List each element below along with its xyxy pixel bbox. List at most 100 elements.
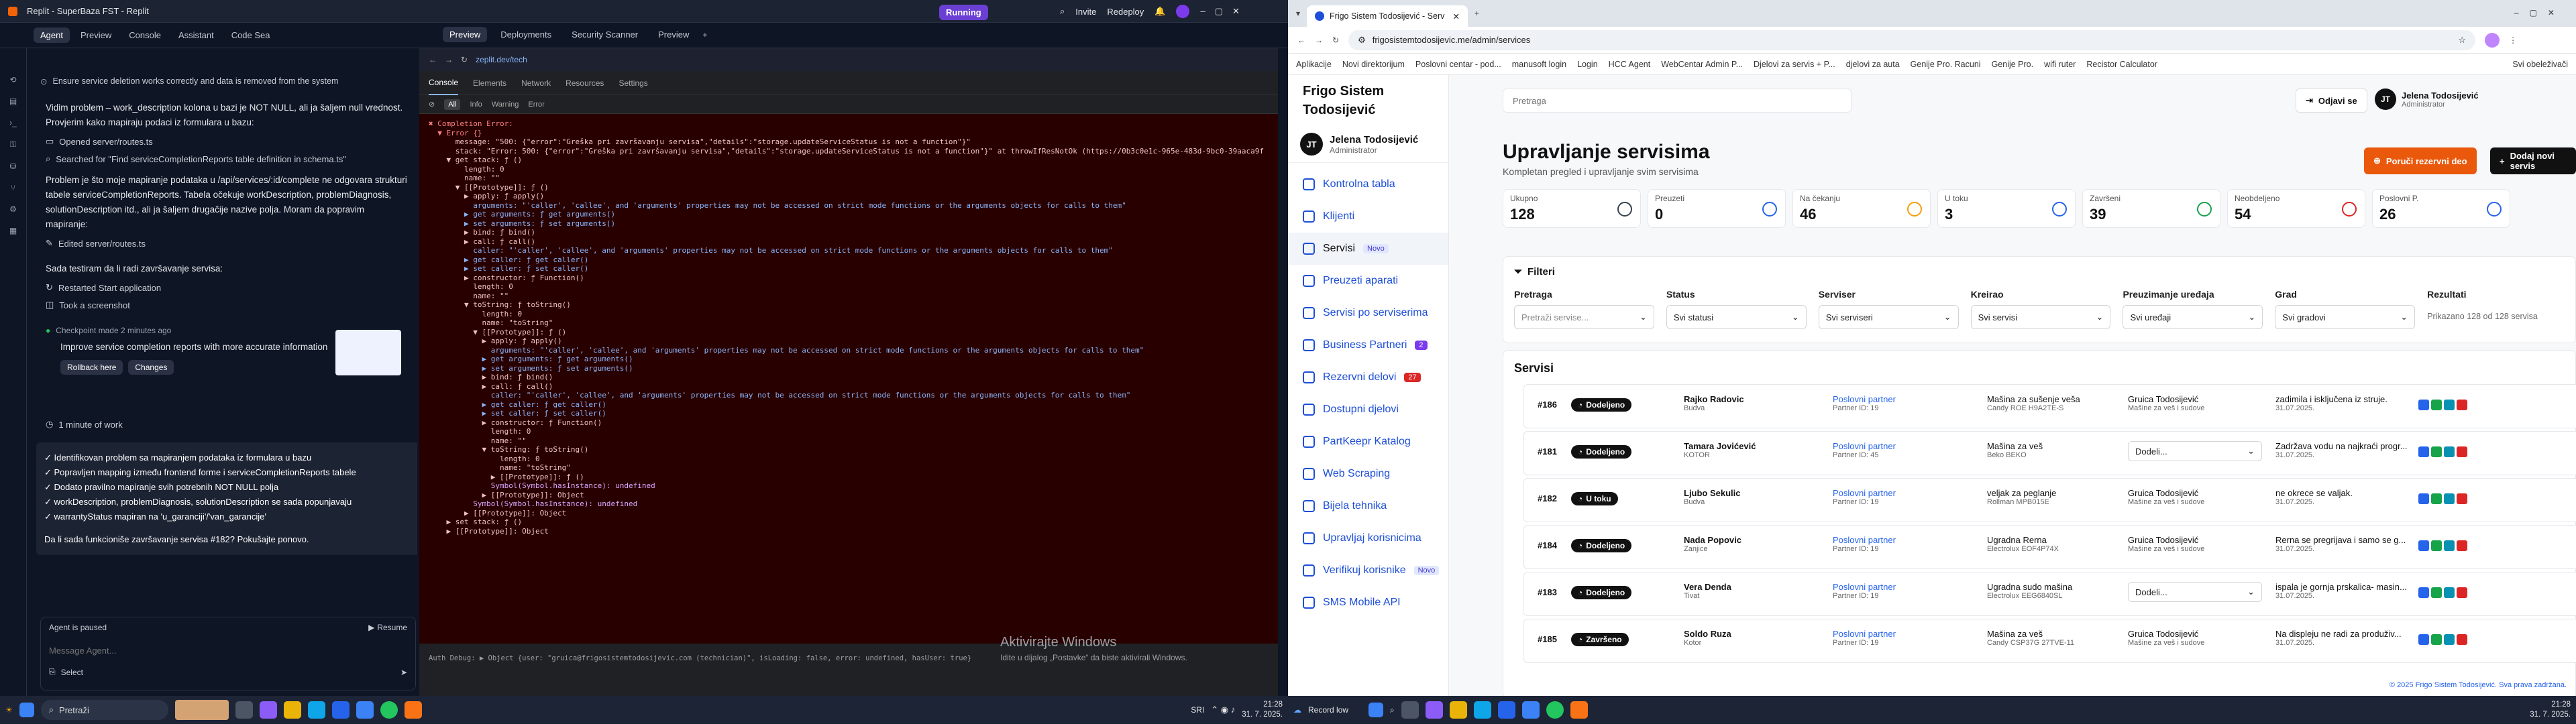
console-line[interactable]: ▶ get arguments: ƒ get arguments() (429, 210, 1278, 219)
table-row[interactable]: #183 ◔ Dodeljeno Vera Denda Tivat Poslovni pa… (1523, 572, 2576, 616)
assign-icon[interactable] (2444, 446, 2455, 457)
resume-button[interactable]: ▶ Resume (368, 623, 407, 632)
store-icon[interactable] (1521, 701, 1540, 719)
bookmark-hcc[interactable]: HCC Agent (1609, 60, 1651, 69)
invite-button[interactable]: Invite (1075, 7, 1096, 17)
secrets-icon[interactable]: ⚿ (10, 139, 16, 149)
close-tab-icon[interactable]: ✕ (1453, 11, 1460, 21)
attach-icon[interactable]: ⎘ (49, 667, 56, 677)
stat-card[interactable]: Završeni 39 (2082, 189, 2220, 228)
clear-console-icon[interactable]: ⊘ (429, 100, 435, 109)
console-line[interactable]: ▼ toString: ƒ toString() (429, 300, 1278, 310)
stat-card[interactable]: Ukupno 128 (1503, 189, 1641, 228)
bookmark-djelovi-auta[interactable]: djelovi za auta (1846, 60, 1900, 69)
chrome-icon[interactable] (380, 701, 398, 719)
stat-card[interactable]: Na čekanju 46 (1792, 189, 1931, 228)
landscape-thumb[interactable] (174, 700, 229, 720)
chrome-icon[interactable] (1546, 701, 1564, 719)
pane-tab-preview[interactable]: Preview (443, 27, 488, 42)
table-row[interactable]: #185 ◔ Završeno Soldo Ruza Kotor Poslovni par… (1523, 619, 2576, 663)
sidebar-item-7[interactable]: Dostupni djelovi (1288, 394, 1448, 426)
assign-icon[interactable] (2444, 400, 2455, 410)
tool-searched[interactable]: ⌕ Searched for "Find serviceCompletionRep… (46, 150, 408, 168)
console-line[interactable]: ▶ constructor: ƒ Function() (429, 418, 1278, 428)
settings-icon[interactable]: ⚙ (9, 204, 17, 214)
console-line[interactable]: ▶ get caller: ƒ get caller() (429, 255, 1278, 265)
console-line[interactable]: ▶ [[Prototype]]: Object (429, 527, 1278, 536)
database-icon[interactable]: ⛁ (9, 162, 16, 171)
view-icon[interactable] (2418, 400, 2429, 410)
edit-icon[interactable] (2431, 587, 2442, 598)
running-indicator[interactable]: Running (939, 5, 988, 20)
devtools-tab-console[interactable]: Console (429, 71, 459, 95)
clock[interactable]: 21:28 31. 7. 2025. (2530, 700, 2571, 720)
add-service-button[interactable]: + Dodaj novi servis (2490, 147, 2576, 174)
weather-icon[interactable]: ☁ (1293, 705, 1301, 715)
header-user[interactable]: JT Jelena Todosijević Administrator (2375, 88, 2479, 110)
console-line[interactable]: ▶ bind: ƒ bind() (429, 228, 1278, 237)
view-icon[interactable] (2418, 587, 2429, 598)
console-line[interactable]: ▼ toString: ƒ toString() (429, 445, 1278, 455)
search-icon[interactable]: ⌕ (1060, 6, 1065, 17)
edit-icon[interactable] (2431, 634, 2442, 645)
profile-icon[interactable] (2485, 32, 2500, 48)
address-bar[interactable]: ⚙ frigosistemtodosijevic.me/admin/servic… (1348, 29, 2476, 50)
sidebar-item-13[interactable]: SMS Mobile API (1288, 587, 1448, 619)
forward-icon[interactable]: → (1315, 36, 1323, 45)
console-line[interactable]: ▶ [[Prototype]]: Object (429, 491, 1278, 500)
task-view-icon[interactable] (235, 701, 253, 719)
console-line[interactable]: ▶ set arguments: ƒ set arguments() (429, 364, 1278, 373)
edit-icon[interactable] (2431, 446, 2442, 457)
apps-icon[interactable]: ▦ (9, 226, 17, 235)
replit-taskbar-icon[interactable] (404, 701, 422, 719)
tab-code-search[interactable]: Code Sea (225, 27, 277, 43)
start-button[interactable] (1368, 703, 1384, 717)
taskbar-search[interactable]: ⌕ Pretraži (40, 700, 168, 720)
reload-icon[interactable]: ↻ (1332, 36, 1339, 45)
browser-tab[interactable]: Frigo Sistem Todosijević - Serv ✕ (1307, 5, 1468, 27)
console-line[interactable]: ▶ constructor: ƒ Function() (429, 274, 1278, 283)
sidebar-item-4[interactable]: Servisi po serviserima (1288, 297, 1448, 329)
back-icon[interactable]: ← (1297, 36, 1305, 45)
filter-select[interactable]: Svi serviseri ⌄ (1818, 305, 1959, 329)
devtools-tab-network[interactable]: Network (521, 78, 551, 88)
bookmark-webcentar[interactable]: WebCentar Admin P... (1661, 60, 1743, 69)
console-line[interactable]: ▶ set caller: ƒ set caller() (429, 264, 1278, 274)
filter-select[interactable]: Svi servisi ⌄ (1970, 305, 2111, 329)
tab-agent[interactable]: Agent (34, 27, 70, 43)
assign-icon[interactable] (2444, 540, 2455, 551)
add-tab-icon[interactable]: + (702, 30, 707, 40)
message-input[interactable] (49, 640, 405, 660)
stat-card[interactable]: Neobdeljeno 54 (2227, 189, 2365, 228)
console-line[interactable]: ▶ get caller: ƒ get caller() (429, 400, 1278, 410)
stat-card[interactable]: Preuzeti 0 (1648, 189, 1786, 228)
bookmark-folder[interactable]: Novi direktorijum (1342, 60, 1405, 69)
explorer-icon[interactable] (283, 701, 301, 719)
console-line[interactable]: ▼ [[Prototype]]: ƒ () (429, 183, 1278, 192)
assign-icon[interactable] (2444, 587, 2455, 598)
explorer-icon[interactable] (1449, 701, 1467, 719)
bookmark-manusoft[interactable]: manusoft login (1512, 60, 1566, 69)
site-info-icon[interactable]: ⚙ (1358, 35, 1366, 46)
delete-icon[interactable] (2457, 400, 2467, 410)
edit-icon[interactable] (2431, 400, 2442, 410)
copilot-icon[interactable] (1425, 701, 1443, 719)
sidebar-item-11[interactable]: Upravljaj korisnicima (1288, 522, 1448, 554)
start-button[interactable] (19, 703, 34, 717)
delete-icon[interactable] (2457, 446, 2467, 457)
bell-icon[interactable]: 🔔 (1155, 6, 1165, 17)
sidebar-item-6[interactable]: Rezervni delovi 27 (1288, 361, 1448, 394)
reload-icon[interactable]: ↻ (461, 55, 468, 64)
table-row[interactable]: #186 ◔ Dodeljeno Rajko Radovic Budva Poslovni… (1523, 384, 2576, 428)
filter-select[interactable]: Svi uređaji ⌄ (2123, 305, 2263, 329)
lang-indicator[interactable]: SRI (1191, 705, 1204, 715)
files-icon[interactable]: ▤ (9, 97, 17, 106)
weather-icon[interactable]: ☀ (5, 705, 13, 715)
devtools-tab-elements[interactable]: Elements (473, 78, 506, 88)
order-part-button[interactable]: ⊕ Poruči rezervni deo (2364, 147, 2477, 174)
stat-card[interactable]: U toku 3 (1937, 189, 2076, 228)
sidebar-item-1[interactable]: Klijenti (1288, 200, 1448, 233)
level-error[interactable]: Error (528, 101, 544, 109)
window-controls[interactable]: –▢✕ (2514, 8, 2565, 17)
chrome-menu-icon[interactable]: ⋮ (2509, 36, 2517, 45)
